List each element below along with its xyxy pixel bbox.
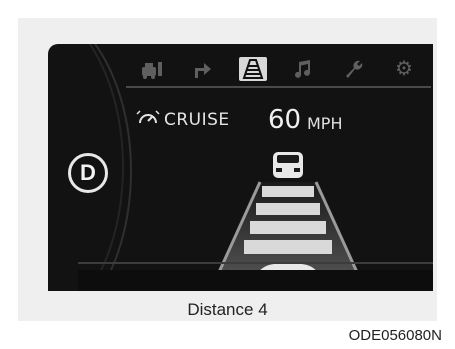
- set-speed-value: 60: [268, 105, 302, 135]
- music-note-icon[interactable]: [289, 57, 317, 81]
- cruise-control-icon: [136, 110, 160, 124]
- distance-bar: [256, 203, 320, 215]
- gear-settings-icon[interactable]: ⚙: [390, 57, 418, 81]
- menu-underline: [126, 86, 431, 88]
- lead-vehicle-icon: [273, 152, 303, 178]
- distance-bar: [250, 221, 326, 234]
- display-bottom-strip: [78, 270, 433, 291]
- driving-info-icon[interactable]: [138, 57, 166, 81]
- following-distance-graphic: [208, 152, 368, 291]
- turn-arrow-icon[interactable]: [188, 57, 216, 81]
- distance-bar: [244, 240, 332, 254]
- speed-unit: MPH: [307, 114, 343, 133]
- gear-indicator: D: [68, 153, 108, 193]
- distance-bar: [262, 186, 314, 197]
- figure-caption: Distance 4: [187, 300, 268, 319]
- gear-label: D: [80, 160, 96, 185]
- cluster-display: ⚙ CRUISE 60 MPH D: [48, 44, 433, 291]
- display-bottom-line: [78, 262, 433, 264]
- wrench-icon[interactable]: [340, 57, 368, 81]
- cruise-label: CRUISE: [164, 110, 230, 130]
- driving-assist-icon[interactable]: [238, 57, 267, 81]
- menu-icon-row: ⚙: [138, 56, 418, 82]
- figure-code: ODE056080N: [348, 327, 442, 344]
